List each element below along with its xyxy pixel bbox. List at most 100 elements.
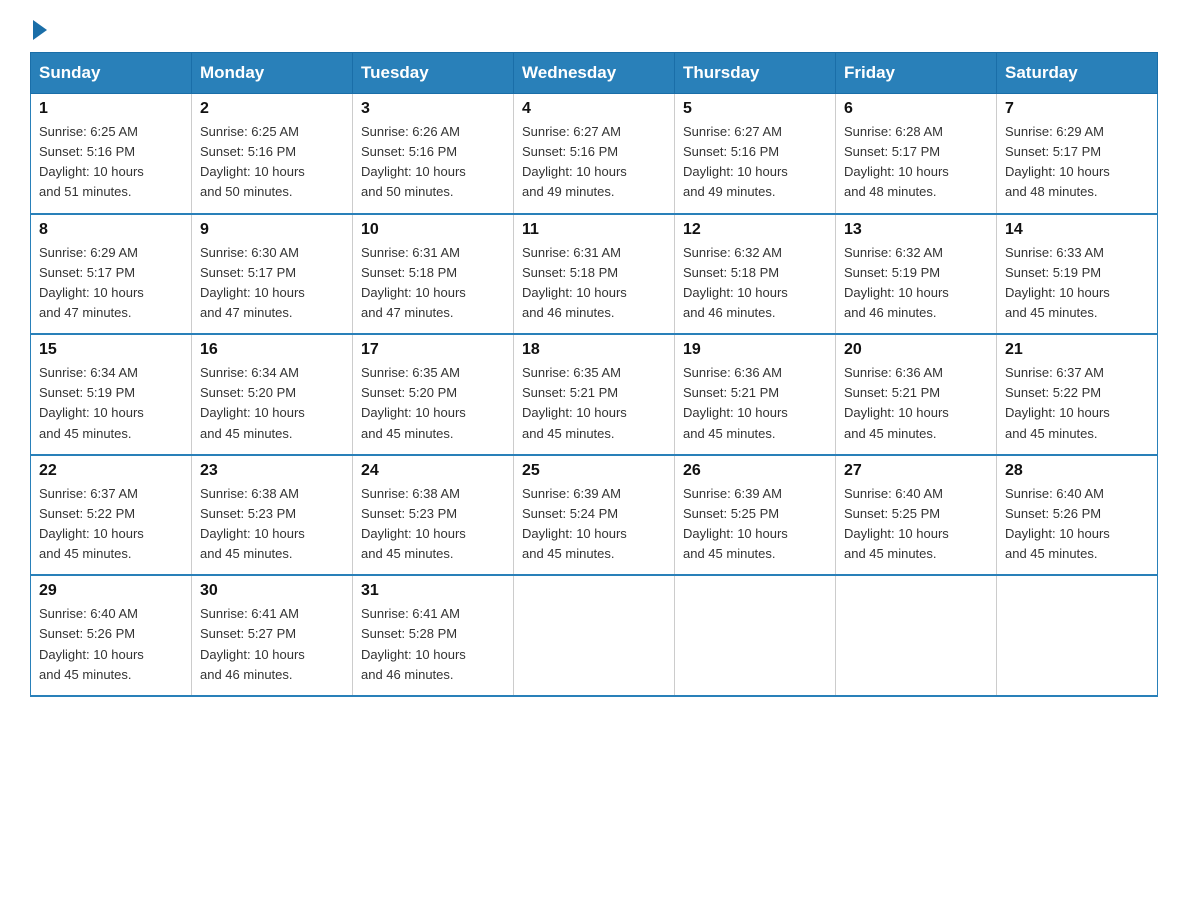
day-number: 12 — [683, 221, 827, 239]
day-number: 24 — [361, 462, 505, 480]
day-number: 14 — [1005, 221, 1149, 239]
day-number: 9 — [200, 221, 344, 239]
calendar-day-cell: 11 Sunrise: 6:31 AM Sunset: 5:18 PM Dayl… — [514, 214, 675, 335]
calendar-day-cell: 18 Sunrise: 6:35 AM Sunset: 5:21 PM Dayl… — [514, 334, 675, 455]
day-number: 4 — [522, 100, 666, 118]
header-day-sunday: Sunday — [31, 53, 192, 94]
day-number: 6 — [844, 100, 988, 118]
header-day-saturday: Saturday — [997, 53, 1158, 94]
calendar-day-cell — [514, 575, 675, 696]
header-day-friday: Friday — [836, 53, 997, 94]
day-number: 20 — [844, 341, 988, 359]
day-info: Sunrise: 6:36 AM Sunset: 5:21 PM Dayligh… — [844, 363, 988, 444]
day-number: 21 — [1005, 341, 1149, 359]
day-info: Sunrise: 6:28 AM Sunset: 5:17 PM Dayligh… — [844, 122, 988, 203]
day-info: Sunrise: 6:29 AM Sunset: 5:17 PM Dayligh… — [1005, 122, 1149, 203]
day-info: Sunrise: 6:37 AM Sunset: 5:22 PM Dayligh… — [1005, 363, 1149, 444]
day-info: Sunrise: 6:30 AM Sunset: 5:17 PM Dayligh… — [200, 243, 344, 324]
day-number: 10 — [361, 221, 505, 239]
day-info: Sunrise: 6:34 AM Sunset: 5:20 PM Dayligh… — [200, 363, 344, 444]
calendar-day-cell: 31 Sunrise: 6:41 AM Sunset: 5:28 PM Dayl… — [353, 575, 514, 696]
header-day-tuesday: Tuesday — [353, 53, 514, 94]
calendar-day-cell: 5 Sunrise: 6:27 AM Sunset: 5:16 PM Dayli… — [675, 94, 836, 214]
day-info: Sunrise: 6:40 AM Sunset: 5:26 PM Dayligh… — [1005, 484, 1149, 565]
day-number: 25 — [522, 462, 666, 480]
day-number: 23 — [200, 462, 344, 480]
day-info: Sunrise: 6:40 AM Sunset: 5:25 PM Dayligh… — [844, 484, 988, 565]
calendar-week-row: 15 Sunrise: 6:34 AM Sunset: 5:19 PM Dayl… — [31, 334, 1158, 455]
day-number: 16 — [200, 341, 344, 359]
calendar-day-cell: 8 Sunrise: 6:29 AM Sunset: 5:17 PM Dayli… — [31, 214, 192, 335]
day-number: 5 — [683, 100, 827, 118]
calendar-day-cell: 21 Sunrise: 6:37 AM Sunset: 5:22 PM Dayl… — [997, 334, 1158, 455]
day-number: 3 — [361, 100, 505, 118]
day-info: Sunrise: 6:35 AM Sunset: 5:20 PM Dayligh… — [361, 363, 505, 444]
day-info: Sunrise: 6:32 AM Sunset: 5:19 PM Dayligh… — [844, 243, 988, 324]
day-info: Sunrise: 6:36 AM Sunset: 5:21 PM Dayligh… — [683, 363, 827, 444]
calendar-day-cell: 30 Sunrise: 6:41 AM Sunset: 5:27 PM Dayl… — [192, 575, 353, 696]
calendar-day-cell: 3 Sunrise: 6:26 AM Sunset: 5:16 PM Dayli… — [353, 94, 514, 214]
calendar-day-cell: 6 Sunrise: 6:28 AM Sunset: 5:17 PM Dayli… — [836, 94, 997, 214]
calendar-day-cell: 7 Sunrise: 6:29 AM Sunset: 5:17 PM Dayli… — [997, 94, 1158, 214]
calendar-day-cell: 20 Sunrise: 6:36 AM Sunset: 5:21 PM Dayl… — [836, 334, 997, 455]
day-number: 17 — [361, 341, 505, 359]
day-info: Sunrise: 6:41 AM Sunset: 5:27 PM Dayligh… — [200, 604, 344, 685]
calendar-day-cell: 17 Sunrise: 6:35 AM Sunset: 5:20 PM Dayl… — [353, 334, 514, 455]
calendar-day-cell: 22 Sunrise: 6:37 AM Sunset: 5:22 PM Dayl… — [31, 455, 192, 576]
calendar-day-cell: 4 Sunrise: 6:27 AM Sunset: 5:16 PM Dayli… — [514, 94, 675, 214]
day-info: Sunrise: 6:29 AM Sunset: 5:17 PM Dayligh… — [39, 243, 183, 324]
calendar-day-cell: 16 Sunrise: 6:34 AM Sunset: 5:20 PM Dayl… — [192, 334, 353, 455]
calendar-day-cell: 29 Sunrise: 6:40 AM Sunset: 5:26 PM Dayl… — [31, 575, 192, 696]
page-header — [30, 20, 1158, 34]
day-number: 26 — [683, 462, 827, 480]
logo — [30, 20, 47, 34]
day-info: Sunrise: 6:25 AM Sunset: 5:16 PM Dayligh… — [39, 122, 183, 203]
day-number: 19 — [683, 341, 827, 359]
calendar-day-cell: 13 Sunrise: 6:32 AM Sunset: 5:19 PM Dayl… — [836, 214, 997, 335]
day-info: Sunrise: 6:31 AM Sunset: 5:18 PM Dayligh… — [361, 243, 505, 324]
calendar-week-row: 8 Sunrise: 6:29 AM Sunset: 5:17 PM Dayli… — [31, 214, 1158, 335]
day-info: Sunrise: 6:31 AM Sunset: 5:18 PM Dayligh… — [522, 243, 666, 324]
day-number: 8 — [39, 221, 183, 239]
day-number: 31 — [361, 582, 505, 600]
calendar-week-row: 29 Sunrise: 6:40 AM Sunset: 5:26 PM Dayl… — [31, 575, 1158, 696]
header-day-thursday: Thursday — [675, 53, 836, 94]
calendar-day-cell: 1 Sunrise: 6:25 AM Sunset: 5:16 PM Dayli… — [31, 94, 192, 214]
logo-arrow-icon — [33, 20, 47, 40]
day-info: Sunrise: 6:41 AM Sunset: 5:28 PM Dayligh… — [361, 604, 505, 685]
day-info: Sunrise: 6:39 AM Sunset: 5:24 PM Dayligh… — [522, 484, 666, 565]
calendar-day-cell — [675, 575, 836, 696]
calendar-day-cell — [997, 575, 1158, 696]
calendar-day-cell: 9 Sunrise: 6:30 AM Sunset: 5:17 PM Dayli… — [192, 214, 353, 335]
day-number: 30 — [200, 582, 344, 600]
calendar-day-cell: 15 Sunrise: 6:34 AM Sunset: 5:19 PM Dayl… — [31, 334, 192, 455]
day-info: Sunrise: 6:26 AM Sunset: 5:16 PM Dayligh… — [361, 122, 505, 203]
calendar-day-cell: 26 Sunrise: 6:39 AM Sunset: 5:25 PM Dayl… — [675, 455, 836, 576]
day-number: 29 — [39, 582, 183, 600]
header-day-wednesday: Wednesday — [514, 53, 675, 94]
day-info: Sunrise: 6:27 AM Sunset: 5:16 PM Dayligh… — [683, 122, 827, 203]
day-info: Sunrise: 6:40 AM Sunset: 5:26 PM Dayligh… — [39, 604, 183, 685]
calendar-week-row: 22 Sunrise: 6:37 AM Sunset: 5:22 PM Dayl… — [31, 455, 1158, 576]
calendar-day-cell: 28 Sunrise: 6:40 AM Sunset: 5:26 PM Dayl… — [997, 455, 1158, 576]
day-number: 13 — [844, 221, 988, 239]
calendar-table: SundayMondayTuesdayWednesdayThursdayFrid… — [30, 52, 1158, 697]
day-number: 2 — [200, 100, 344, 118]
calendar-day-cell: 19 Sunrise: 6:36 AM Sunset: 5:21 PM Dayl… — [675, 334, 836, 455]
calendar-week-row: 1 Sunrise: 6:25 AM Sunset: 5:16 PM Dayli… — [31, 94, 1158, 214]
day-number: 18 — [522, 341, 666, 359]
calendar-day-cell — [836, 575, 997, 696]
day-number: 1 — [39, 100, 183, 118]
header-day-monday: Monday — [192, 53, 353, 94]
calendar-day-cell: 2 Sunrise: 6:25 AM Sunset: 5:16 PM Dayli… — [192, 94, 353, 214]
day-info: Sunrise: 6:38 AM Sunset: 5:23 PM Dayligh… — [200, 484, 344, 565]
day-number: 7 — [1005, 100, 1149, 118]
day-info: Sunrise: 6:37 AM Sunset: 5:22 PM Dayligh… — [39, 484, 183, 565]
logo-general-text — [30, 20, 47, 40]
day-info: Sunrise: 6:27 AM Sunset: 5:16 PM Dayligh… — [522, 122, 666, 203]
calendar-day-cell: 23 Sunrise: 6:38 AM Sunset: 5:23 PM Dayl… — [192, 455, 353, 576]
day-info: Sunrise: 6:25 AM Sunset: 5:16 PM Dayligh… — [200, 122, 344, 203]
day-info: Sunrise: 6:33 AM Sunset: 5:19 PM Dayligh… — [1005, 243, 1149, 324]
calendar-day-cell: 25 Sunrise: 6:39 AM Sunset: 5:24 PM Dayl… — [514, 455, 675, 576]
calendar-day-cell: 14 Sunrise: 6:33 AM Sunset: 5:19 PM Dayl… — [997, 214, 1158, 335]
